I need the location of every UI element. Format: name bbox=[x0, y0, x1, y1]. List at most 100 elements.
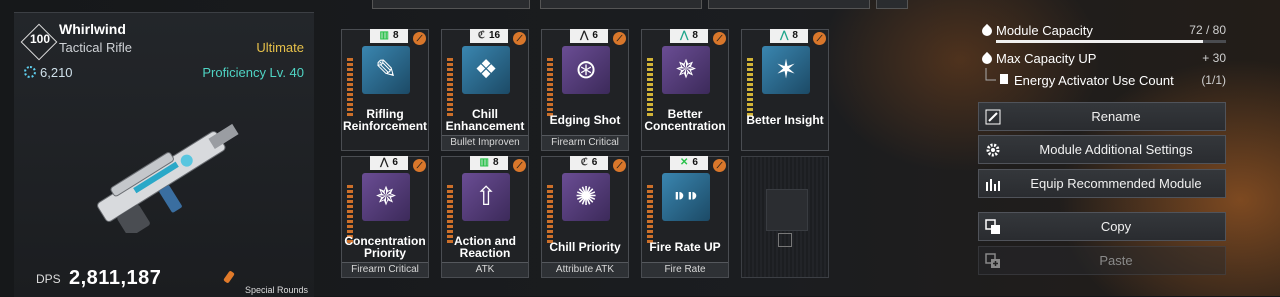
capacity-value: 72 / 80 bbox=[1189, 23, 1226, 37]
module-cost-value: 6 bbox=[591, 157, 598, 168]
rifle-image bbox=[97, 123, 239, 233]
star-burst-icon: ✵ bbox=[662, 46, 710, 94]
module-card[interactable]: ⋀ 8 ⟋ ✶ Better Insight bbox=[741, 29, 829, 151]
copy-button[interactable]: Copy bbox=[978, 212, 1226, 241]
module-card[interactable]: ⋀ 6 ⟋ ⊛ Edging Shot Firearm Critical bbox=[541, 29, 629, 151]
dps-value: 2,811,187 bbox=[69, 267, 162, 289]
bullet-wrench-icon: ✎ bbox=[362, 46, 410, 94]
rename-button[interactable]: Rename bbox=[978, 102, 1226, 131]
module-glyph: ✵ bbox=[675, 55, 697, 85]
socket-icon: ▥ bbox=[379, 30, 389, 41]
top-tab-2[interactable] bbox=[540, 0, 702, 9]
pin-icon: ⟋ bbox=[713, 32, 726, 45]
module-glyph: ⇧ bbox=[475, 182, 497, 212]
module-cost: ℭ 16 bbox=[470, 29, 508, 43]
max-capacity-label: Max Capacity UP bbox=[996, 51, 1097, 66]
power-icon bbox=[24, 66, 36, 78]
module-cost: ▥ 8 bbox=[470, 156, 508, 170]
pin-icon: ⟋ bbox=[613, 32, 626, 45]
copy-label: Copy bbox=[1100, 219, 1132, 234]
module-cost: ⋀ 6 bbox=[370, 156, 408, 170]
module-glyph: ✵ bbox=[375, 182, 397, 212]
module-card[interactable]: ⋀ 8 ⟋ ✵ Better Concentration bbox=[641, 29, 729, 151]
socket-icon: ⋀ bbox=[380, 157, 389, 168]
module-cost-value: 8 bbox=[692, 30, 698, 41]
paste-icon bbox=[985, 253, 1000, 268]
module-cost: ⋀ 8 bbox=[770, 29, 808, 43]
module-cost-value: 8 bbox=[492, 157, 499, 168]
module-cost: ℭ6 bbox=[570, 156, 608, 170]
module-cost-value: 8 bbox=[392, 30, 399, 41]
top-tab-3[interactable] bbox=[708, 0, 870, 9]
capacity-label: Module Capacity bbox=[996, 23, 1093, 38]
socket-icon: ⋀ bbox=[780, 30, 789, 41]
rename-label: Rename bbox=[1091, 109, 1141, 124]
module-cost-value: 16 bbox=[488, 30, 501, 41]
module-cost-value: 6 bbox=[692, 157, 698, 168]
module-name: Edging Shot bbox=[549, 113, 621, 127]
weapon-panel: 100 Whirlwind Tactical Rifle Ultimate 6,… bbox=[14, 12, 314, 297]
weapon-type: Tactical Rifle bbox=[59, 40, 132, 55]
module-glyph: ✶ bbox=[775, 55, 797, 85]
module-cost-value: 6 bbox=[592, 30, 598, 41]
socket-icon: ▥ bbox=[479, 157, 489, 168]
module-additional-settings-label: Module Additional Settings bbox=[1039, 142, 1193, 157]
pin-icon: ⟋ bbox=[513, 159, 526, 172]
socket-icon: ℭ bbox=[580, 157, 588, 168]
module-name: Concentration Priority bbox=[344, 234, 426, 260]
module-cost-value: 8 bbox=[792, 30, 798, 41]
module-category: ATK bbox=[442, 262, 528, 277]
module-cost: ⋀ 6 bbox=[570, 29, 608, 43]
module-name: Chill Priority bbox=[549, 240, 621, 254]
ammo-type: Special Rounds bbox=[245, 285, 309, 295]
empty-module-slot[interactable] bbox=[741, 156, 829, 278]
frost-burst-icon: ✺ bbox=[562, 173, 610, 221]
pencil-icon bbox=[985, 109, 1001, 125]
module-card[interactable]: ℭ 6 ⟋ ✺ Chill Priority Attribute ATK bbox=[541, 156, 629, 278]
bars-icon bbox=[986, 179, 1000, 191]
module-category: Bullet Improven bbox=[442, 135, 528, 150]
weapon-rarity: Ultimate bbox=[256, 40, 304, 55]
pin-icon: ⟋ bbox=[513, 32, 526, 45]
socket-icon: ✕ bbox=[680, 157, 689, 168]
paste-label: Paste bbox=[1099, 253, 1133, 268]
module-additional-settings-button[interactable]: Module Additional Settings bbox=[978, 135, 1226, 164]
module-name: Better Concentration bbox=[644, 107, 726, 133]
module-glyph: ⁍⁍ bbox=[673, 182, 699, 212]
weapon-name: Whirlwind bbox=[59, 21, 126, 37]
module-glyph: ✎ bbox=[375, 55, 397, 85]
pin-icon: ⟋ bbox=[813, 32, 826, 45]
weapon-level: 100 bbox=[29, 32, 51, 46]
module-category: Attribute ATK bbox=[542, 262, 628, 277]
module-name: Action and Reaction bbox=[454, 234, 516, 260]
module-name: Better Insight bbox=[746, 113, 824, 127]
top-tab-1[interactable] bbox=[372, 0, 530, 9]
slot-marker bbox=[778, 233, 792, 247]
chip-icon bbox=[766, 189, 808, 231]
module-card[interactable]: ✕ 6 ⟋ ⁍⁍ Fire Rate UP Fire Rate bbox=[641, 156, 729, 278]
crosshair-bullet-icon: ⊛ bbox=[562, 46, 610, 94]
top-tab-4[interactable] bbox=[876, 0, 908, 9]
gear-icon bbox=[986, 143, 1000, 157]
arrow-reaction-icon: ⇧ bbox=[462, 173, 510, 221]
module-glyph: ❖ bbox=[474, 55, 498, 85]
module-glyph: ✺ bbox=[575, 182, 597, 212]
dps-label: DPS bbox=[36, 272, 61, 286]
module-glyph: ⊛ bbox=[575, 55, 597, 85]
module-category: Fire Rate bbox=[642, 262, 728, 277]
module-name: Rifling Reinforcement bbox=[343, 107, 428, 133]
socket-icon: ⋀ bbox=[580, 30, 589, 41]
ammo-icon bbox=[223, 270, 235, 284]
equip-recommended-module-button[interactable]: Equip Recommended Module bbox=[978, 169, 1226, 198]
module-card[interactable]: ℭ 16 ⟋ ❖ Chill Enhancement Bullet Improven bbox=[441, 29, 529, 151]
weapon-proficiency: Proficiency Lv. 40 bbox=[202, 65, 304, 80]
module-category: Firearm Critical bbox=[342, 262, 428, 277]
module-card[interactable]: ▥ 8 ⟋ ⇧ Action and Reaction ATK bbox=[441, 156, 529, 278]
energy-activator-label: Energy Activator Use Count bbox=[1014, 73, 1174, 88]
pin-icon: ⟋ bbox=[713, 159, 726, 172]
ice-diamond-icon: ❖ bbox=[462, 46, 510, 94]
module-card[interactable]: ▥ 8 ⟋ ✎ Rifling Reinforcement bbox=[341, 29, 429, 151]
equip-recommended-module-label: Equip Recommended Module bbox=[1030, 176, 1202, 191]
paste-button[interactable]: Paste bbox=[978, 246, 1226, 275]
module-card[interactable]: ⋀ 6 ⟋ ✵ Concentration Priority Firearm Critic… bbox=[341, 156, 429, 278]
